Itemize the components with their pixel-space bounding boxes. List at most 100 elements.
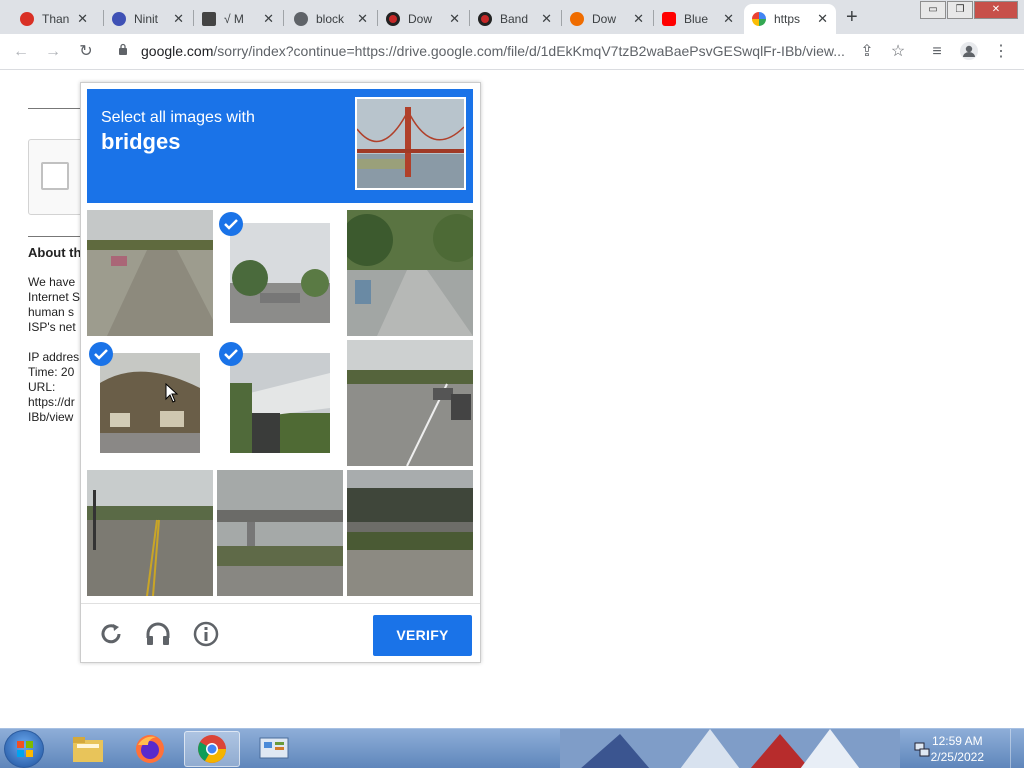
file-explorer-icon[interactable] [60,731,116,767]
image-tile-7[interactable] [87,470,213,596]
google-icon [752,12,766,26]
tab-close-icon[interactable]: ✕ [263,11,274,27]
image-tile-2[interactable] [217,210,343,336]
youtube-icon [662,12,676,26]
forward-arrow-icon[interactable]: → [42,41,64,63]
tab-title: Than [42,12,70,26]
tab-close-icon[interactable]: ✕ [77,11,88,27]
divider [28,108,80,109]
window-controls: ▭ ❐ ✕ [920,1,1018,19]
tab-close-icon[interactable]: ✕ [173,11,184,27]
tab-favicon-icon [202,12,216,26]
kebab-menu-icon[interactable]: ⋮ [990,41,1012,63]
tile-image [230,223,330,323]
image-tile-6[interactable] [347,340,473,466]
windows-taskbar: 12:59 AM 2/25/2022 [0,728,1024,768]
image-tile-8[interactable] [217,470,343,596]
browser-tab-strip: Than ✕ Ninit ✕ √ M ✕ block ✕ Dow ✕ Band … [0,0,1024,34]
tile-image [87,470,213,596]
tile-image [347,340,473,466]
page-text-line: Internet S [28,290,81,304]
tab-favicon-icon [20,12,34,26]
tab-close-icon[interactable]: ✕ [357,11,368,27]
control-panel-icon[interactable] [246,731,302,767]
tab-close-icon[interactable]: ✕ [723,11,734,27]
tab-favicon-icon [478,12,492,26]
tab-close-icon[interactable]: ✕ [817,11,828,27]
tab-2[interactable]: √ M ✕ [194,4,282,34]
recaptcha-checkbox-card [28,139,88,215]
verify-button[interactable]: VERIFY [373,615,472,656]
close-window-button[interactable]: ✕ [974,1,1018,19]
wallpaper-peek [560,729,900,768]
image-tile-5[interactable] [217,340,343,466]
tab-4[interactable]: Dow ✕ [378,4,468,34]
challenge-object: bridges [101,129,181,154]
profile-avatar-icon[interactable] [958,41,980,63]
tab-favicon-icon [386,12,400,26]
url-host: google.com [141,43,214,59]
clock-date: 2/25/2022 [930,750,984,764]
image-tile-4[interactable] [87,340,213,466]
lock-icon [119,43,127,55]
firefox-icon[interactable] [122,731,178,767]
tab-8-active[interactable]: https ✕ [744,4,836,34]
sample-bridge-image [355,97,466,190]
checkmark-icon [219,342,243,366]
share-icon[interactable]: ⇪ [856,41,878,63]
recaptcha-checkbox[interactable] [41,162,69,190]
challenge-instruction: Select all images with [101,109,255,126]
address-bar[interactable]: google.com/sorry/index?continue=https://… [108,38,914,66]
tab-title: block [316,12,345,26]
minimize-button[interactable]: ▭ [920,1,946,19]
page-text-line: Time: 20 [28,365,75,379]
image-tile-1[interactable] [87,210,213,336]
start-button[interactable] [4,730,44,768]
tile-image [347,470,473,596]
tab-6[interactable]: Dow ✕ [562,4,652,34]
image-grid [87,210,473,596]
image-tile-3[interactable] [347,210,473,336]
tab-0[interactable]: Than ✕ [12,4,96,34]
reload-icon[interactable] [97,620,125,648]
reload-icon[interactable]: ↻ [75,41,97,63]
tab-3[interactable]: block ✕ [286,4,376,34]
system-clock[interactable]: 12:59 AM 2/25/2022 [931,733,984,765]
tab-close-icon[interactable]: ✕ [449,11,460,27]
network-icon[interactable] [914,741,930,757]
challenge-header: Select all images with bridges [87,89,473,203]
recaptcha-challenge-dialog: Select all images with bridges VERIFY [80,82,481,663]
page-text-line: ISP's net [28,320,76,334]
audio-headphones-icon[interactable] [144,620,172,648]
tab-title: Blue [684,12,709,26]
show-desktop-button[interactable] [1010,729,1024,768]
tab-favicon-icon [570,12,584,26]
tab-title: Ninit [134,12,159,26]
tab-title: Dow [408,12,433,26]
url-text: google.com/sorry/index?continue=https://… [141,43,845,59]
chrome-icon[interactable] [184,731,240,767]
tile-image [230,353,330,453]
tile-image [87,210,213,336]
new-tab-button[interactable]: + [846,6,858,28]
tab-close-icon[interactable]: ✕ [541,11,552,27]
tab-close-icon[interactable]: ✕ [633,11,644,27]
image-tile-9[interactable] [347,470,473,596]
tab-7[interactable]: Blue ✕ [654,4,742,34]
media-queue-icon[interactable]: ≡ [926,41,948,63]
checkmark-icon [219,212,243,236]
page-text-line: IBb/view [28,410,74,424]
challenge-footer: VERIFY [81,603,480,662]
tab-title: √ M [224,12,244,26]
about-heading: About th [28,245,82,260]
tab-title: Band [500,12,529,26]
clock-time: 12:59 AM [931,734,983,748]
back-arrow-icon[interactable]: ← [10,41,32,63]
mouse-cursor-icon [165,383,179,403]
bookmark-star-icon[interactable]: ☆ [887,41,909,63]
restore-button[interactable]: ❐ [947,1,973,19]
page-text-line: https://dr [28,395,75,409]
tab-1[interactable]: Ninit ✕ [104,4,192,34]
info-icon[interactable] [192,620,220,648]
tab-5[interactable]: Band ✕ [470,4,560,34]
